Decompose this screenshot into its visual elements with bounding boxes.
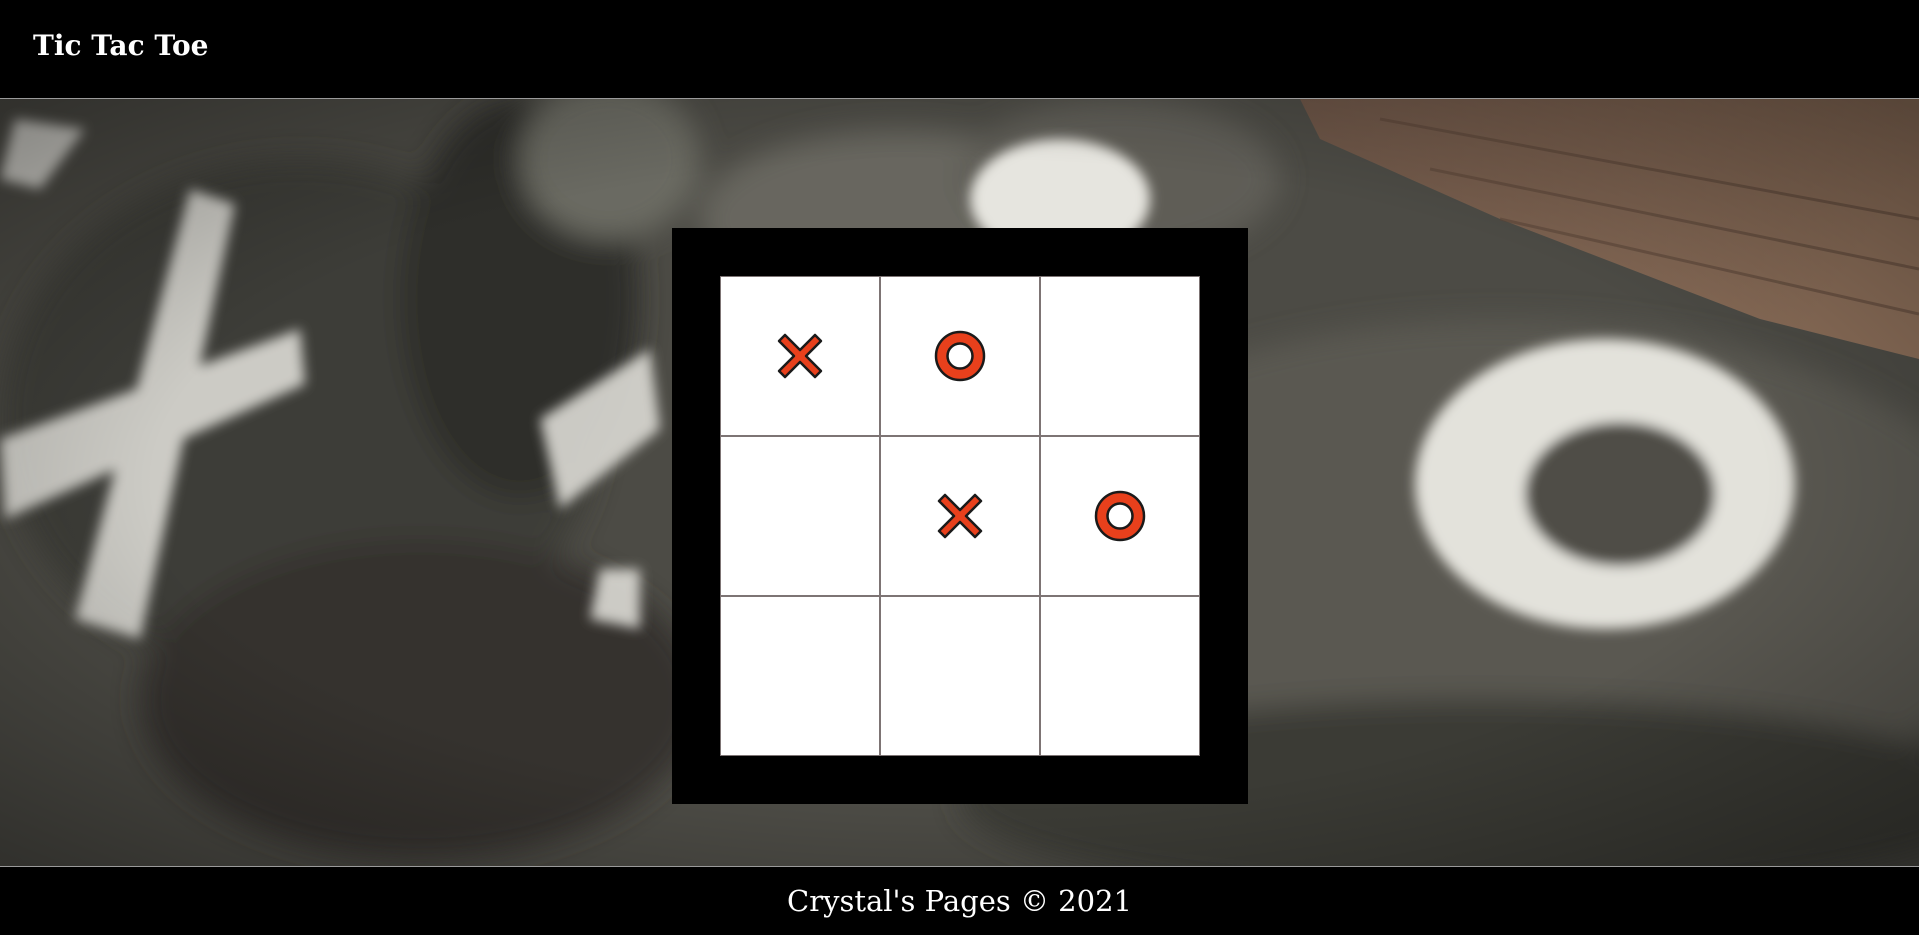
page-title: Tic Tac Toe (33, 29, 209, 62)
x-mark-icon (777, 333, 823, 379)
o-mark-icon (1094, 490, 1146, 542)
board-cell-9[interactable] (1040, 596, 1200, 756)
game-board-frame (672, 228, 1248, 804)
board-cell-5[interactable] (880, 436, 1040, 596)
board-cell-2[interactable] (880, 276, 1040, 436)
board-cell-4[interactable] (720, 436, 880, 596)
x-mark-icon (937, 493, 983, 539)
o-mark-icon (934, 330, 986, 382)
board-cell-8[interactable] (880, 596, 1040, 756)
game-board (720, 276, 1200, 756)
board-cell-7[interactable] (720, 596, 880, 756)
footer: Crystal's Pages © 2021 (0, 866, 1919, 935)
header: Tic Tac Toe (0, 0, 1919, 99)
footer-copyright: Crystal's Pages © 2021 (787, 884, 1132, 918)
board-cell-6[interactable] (1040, 436, 1200, 596)
board-cell-3[interactable] (1040, 276, 1200, 436)
board-cell-1[interactable] (720, 276, 880, 436)
